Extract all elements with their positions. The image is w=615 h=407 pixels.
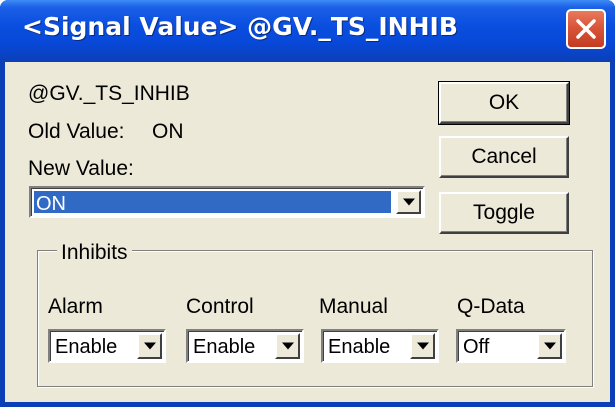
old-value-label: Old Value: (28, 120, 125, 143)
new-value-dropdown-button[interactable] (396, 190, 421, 214)
alarm-label: Alarm (48, 295, 103, 318)
chevron-down-icon (543, 342, 556, 350)
chevron-down-icon (143, 342, 156, 350)
q-data-dropdown-button[interactable] (537, 333, 562, 359)
manual-dropdown-button[interactable] (410, 333, 435, 359)
toggle-button[interactable]: Toggle (439, 192, 569, 234)
q-data-label: Q-Data (457, 295, 525, 318)
new-value-select[interactable]: ON (29, 186, 425, 218)
window-title: <Signal Value> @GV._TS_INHIB (22, 12, 458, 41)
new-value-selected: ON (34, 191, 391, 215)
manual-select[interactable]: Enable (321, 329, 439, 363)
cancel-button[interactable]: Cancel (439, 136, 569, 178)
control-select[interactable]: Enable (186, 329, 304, 363)
q-data-value: Off (463, 336, 490, 358)
inhibits-group-label: Inhibits (57, 242, 132, 264)
alarm-dropdown-button[interactable] (137, 333, 162, 359)
ok-button[interactable]: OK (438, 81, 570, 125)
chevron-down-icon (281, 342, 294, 350)
dialog-body: @GV._TS_INHIB Old Value: ON New Value: O… (5, 62, 610, 402)
old-value: ON (152, 120, 184, 143)
control-label: Control (186, 295, 254, 318)
manual-label: Manual (319, 295, 388, 318)
alarm-select[interactable]: Enable (48, 329, 166, 363)
close-button[interactable] (566, 9, 606, 49)
chevron-down-icon (416, 342, 429, 350)
q-data-select[interactable]: Off (456, 329, 566, 363)
control-value: Enable (193, 336, 256, 358)
close-icon (576, 19, 596, 39)
signal-value-dialog: <Signal Value> @GV._TS_INHIB @GV._TS_INH… (0, 0, 615, 407)
manual-value: Enable (328, 336, 391, 358)
title-bar[interactable]: <Signal Value> @GV._TS_INHIB (0, 0, 615, 62)
control-dropdown-button[interactable] (275, 333, 300, 359)
signal-name: @GV._TS_INHIB (28, 82, 190, 105)
alarm-value: Enable (55, 336, 118, 358)
new-value-label: New Value: (28, 157, 134, 180)
chevron-down-icon (402, 198, 415, 206)
